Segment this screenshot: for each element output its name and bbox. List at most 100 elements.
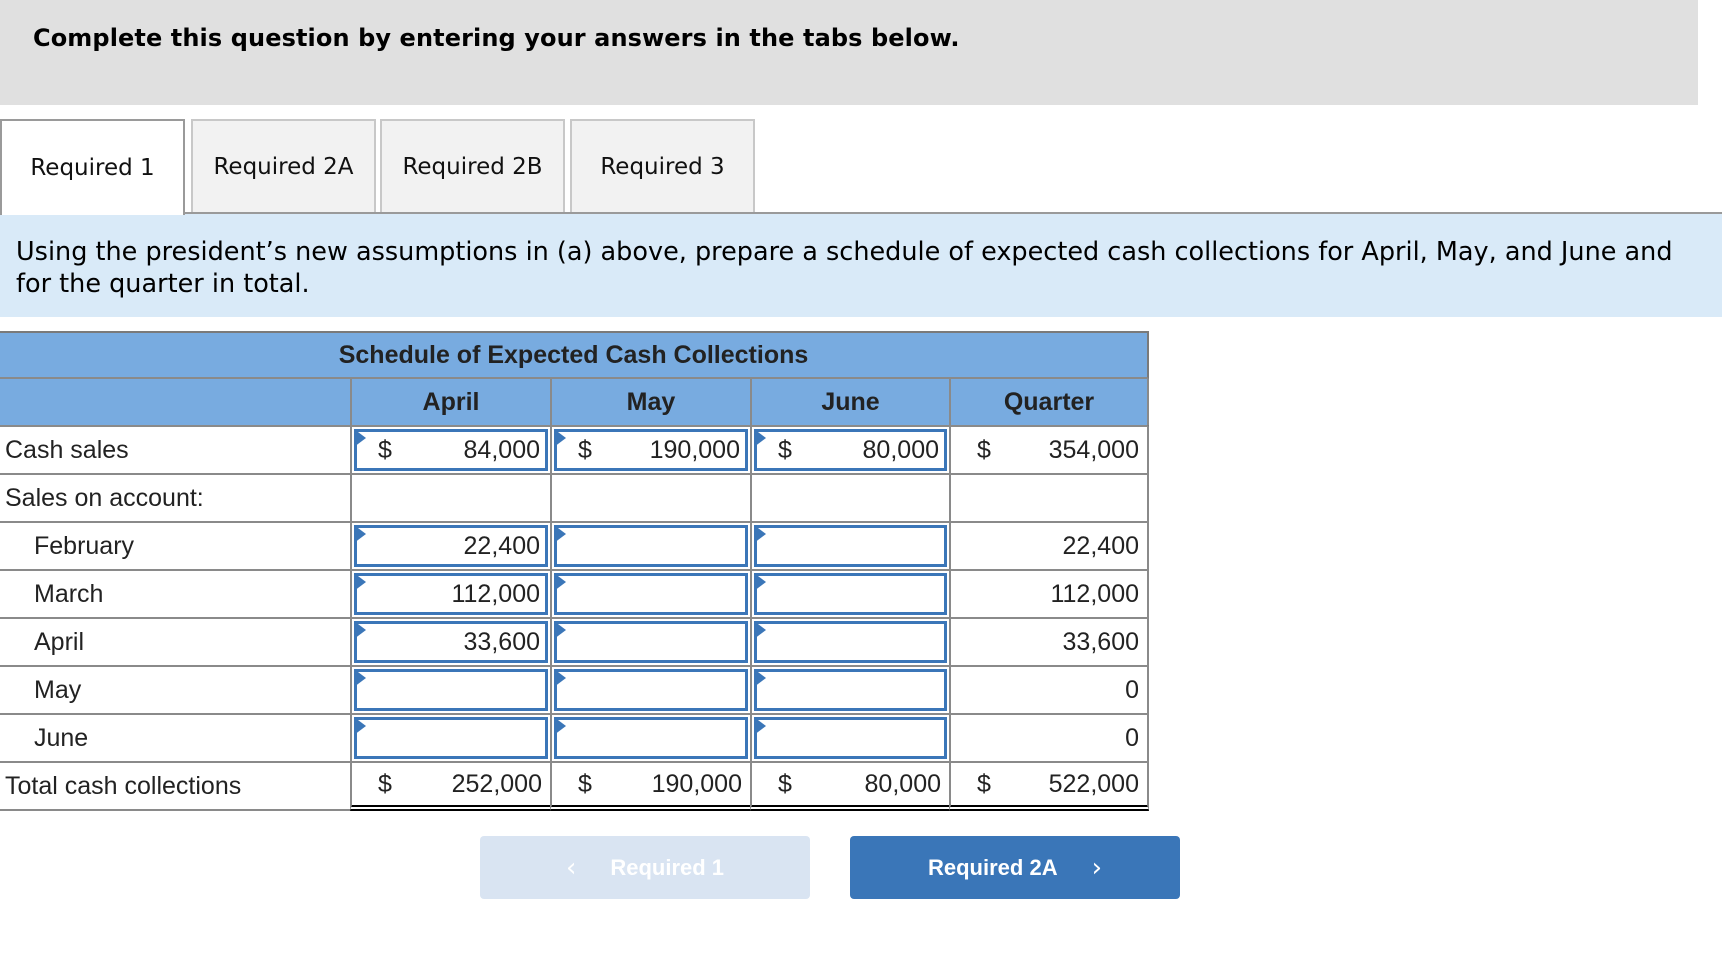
march-may-input[interactable] (554, 573, 748, 615)
currency-symbol: $ (378, 435, 392, 464)
row-total-cash-collections: Total cash collections $252,000 $190,000… (0, 763, 1149, 811)
prev-button[interactable]: ‹ Required 1 (480, 836, 810, 899)
cell-may (550, 619, 750, 665)
computed-value: 22,400 (1062, 531, 1139, 560)
row-april: April 33,600 33,600 (0, 619, 1149, 667)
cell-quarter: 22,400 (949, 523, 1149, 569)
computed-value: 354,000 (1048, 435, 1139, 464)
chevron-left-icon: ‹ (565, 852, 577, 883)
header-may: May (550, 379, 750, 425)
cash-sales-june-input[interactable]: $80,000 (754, 429, 947, 471)
cell-june (750, 715, 949, 761)
cell-april (350, 715, 550, 761)
input-flag-icon (554, 429, 566, 447)
input-flag-icon (354, 525, 366, 543)
cash-collections-schedule: Schedule of Expected Cash Collections Ap… (0, 331, 1149, 811)
next-button[interactable]: Required 2A › (850, 836, 1180, 899)
row-label: May (34, 675, 82, 704)
cell-april: 33,600 (350, 619, 550, 665)
cell-quarter: $522,000 (949, 763, 1149, 811)
row-label: Cash sales (5, 435, 129, 464)
input-flag-icon (554, 717, 566, 735)
cash-sales-april-input[interactable]: $84,000 (354, 429, 548, 471)
row-february: February 22,400 22,400 (0, 523, 1149, 571)
cell-quarter: $ 354,000 (949, 427, 1149, 473)
april-april-input[interactable]: 33,600 (354, 621, 548, 663)
cell-quarter: 33,600 (949, 619, 1149, 665)
february-may-input[interactable] (554, 525, 748, 567)
june-june-input[interactable] (754, 717, 947, 759)
row-june: June 0 (0, 715, 1149, 763)
computed-value: 252,000 (451, 769, 542, 798)
cell-april (350, 667, 550, 713)
input-value: 112,000 (451, 579, 540, 608)
input-value: 84,000 (463, 435, 540, 464)
cell-quarter: 112,000 (949, 571, 1149, 617)
computed-value: 33,600 (1062, 627, 1139, 656)
input-flag-icon (754, 525, 766, 543)
row-may: May 0 (0, 667, 1149, 715)
cash-sales-may-input[interactable]: $190,000 (554, 429, 748, 471)
currency-symbol: $ (578, 769, 592, 798)
april-june-input[interactable] (754, 621, 947, 663)
input-flag-icon (354, 717, 366, 735)
row-label: February (34, 531, 135, 560)
may-june-input[interactable] (754, 669, 947, 711)
currency-symbol: $ (977, 435, 991, 464)
june-may-input[interactable] (554, 717, 748, 759)
input-flag-icon (754, 621, 766, 639)
next-button-label: Required 2A (928, 854, 1058, 880)
computed-value: 190,000 (651, 769, 742, 798)
schedule-title-row: Schedule of Expected Cash Collections (0, 331, 1149, 379)
june-april-input[interactable] (354, 717, 548, 759)
march-june-input[interactable] (754, 573, 947, 615)
tab-required-3[interactable]: Required 3 (570, 119, 755, 213)
computed-value: 80,000 (864, 769, 941, 798)
computed-value: 0 (1125, 723, 1139, 752)
may-may-input[interactable] (554, 669, 748, 711)
row-label: June (34, 723, 89, 752)
input-flag-icon (554, 525, 566, 543)
cell-april: 22,400 (350, 523, 550, 569)
input-value: 190,000 (649, 435, 740, 464)
cell-june (750, 619, 949, 665)
currency-symbol: $ (977, 769, 991, 798)
row-march: March 112,000 112,000 (0, 571, 1149, 619)
header-april: April (350, 379, 550, 425)
march-april-input[interactable]: 112,000 (354, 573, 548, 615)
cell-quarter: 0 (949, 715, 1149, 761)
cell-may (550, 571, 750, 617)
cell-quarter (949, 475, 1149, 521)
tab-required-2a[interactable]: Required 2A (191, 119, 376, 213)
cell-june: $80,000 (750, 763, 949, 811)
april-may-input[interactable] (554, 621, 748, 663)
input-flag-icon (754, 429, 766, 447)
input-flag-icon (554, 621, 566, 639)
input-flag-icon (554, 669, 566, 687)
cell-may (550, 715, 750, 761)
input-flag-icon (554, 573, 566, 591)
computed-value: 0 (1125, 675, 1139, 704)
row-label: Total cash collections (0, 763, 350, 811)
row-label: April (34, 627, 85, 656)
input-value: 33,600 (463, 627, 540, 656)
input-value: 22,400 (463, 531, 540, 560)
cell-may (550, 475, 750, 521)
currency-symbol: $ (378, 769, 392, 798)
header-quarter: Quarter (949, 379, 1149, 425)
cell-may (550, 667, 750, 713)
input-flag-icon (754, 573, 766, 591)
tab-required-2b[interactable]: Required 2B (380, 119, 565, 213)
tab-required-1[interactable]: Required 1 (0, 119, 185, 215)
february-april-input[interactable]: 22,400 (354, 525, 548, 567)
cell-may (550, 523, 750, 569)
row-label: March (34, 579, 104, 608)
tab-bar: Required 1 Required 2A Required 2B Requi… (0, 119, 1722, 215)
february-june-input[interactable] (754, 525, 947, 567)
header-blank (0, 379, 350, 425)
cell-june: $80,000 (750, 427, 949, 473)
currency-symbol: $ (778, 435, 792, 464)
computed-value: 522,000 (1048, 769, 1139, 798)
may-april-input[interactable] (354, 669, 548, 711)
computed-value: 112,000 (1050, 579, 1139, 608)
